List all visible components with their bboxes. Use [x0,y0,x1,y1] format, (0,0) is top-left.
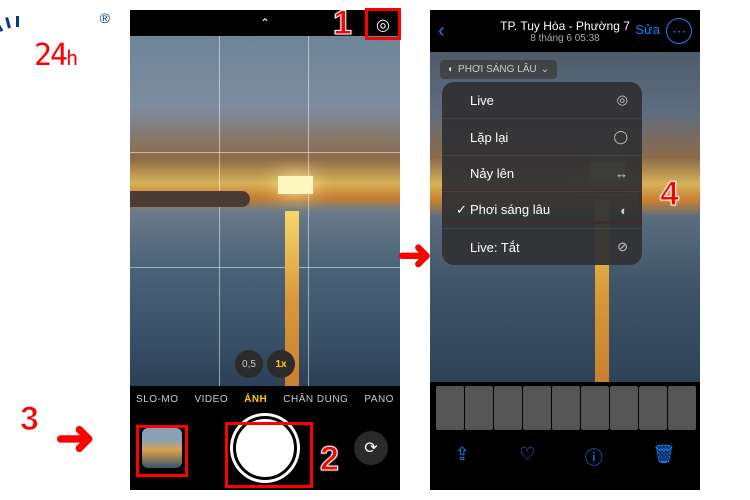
more-icon[interactable]: ⋯ [666,18,692,44]
menu-item-long-exposure[interactable]: ✓Phơi sáng lâu◐ [442,192,642,229]
live-effects-menu: Live◎ Lặp lại◯ Nảy lên↔ ✓Phơi sáng lâu◐ … [442,82,642,265]
step-4: 4 [660,175,679,214]
arrow-icon: ➜ [397,230,432,279]
zoom-control[interactable]: 0,5 1x [235,350,295,378]
menu-item-live[interactable]: Live◎ [442,82,642,119]
arrow-icon: ➜ [55,410,95,466]
live-icon: ◎ [617,92,628,108]
favorite-icon[interactable]: ♡ [519,444,535,470]
step-2: 2 [320,440,339,479]
menu-item-live-off[interactable]: Live: Tắt⊘ [442,229,642,265]
back-icon[interactable]: ‹ [438,20,445,43]
highlight-1 [365,8,401,40]
mode-portrait[interactable]: CHÂN DUNG [283,394,348,405]
brand-logo: 24h ® [10,10,110,80]
logo-text: 24h [34,38,76,73]
photos-toolbar: ⇪ ♡ ⓘ 🗑 [430,434,700,480]
sun-graphic [278,176,313,194]
camera-topbar: ⌃ ◎ [130,10,400,36]
edit-button[interactable]: Sửa [635,22,660,37]
info-icon[interactable]: ⓘ [585,444,603,470]
chevron-up-icon[interactable]: ⌃ [260,16,270,30]
mode-video[interactable]: VIDEO [194,394,228,405]
live-icon: ◐ [448,64,454,75]
camera-screen: ⌃ ◎ 0,5 1x SLO-MO VIDEO ẢNH CHÂN DUNG PA… [130,10,400,490]
loop-icon: ◯ [613,129,628,145]
share-icon[interactable]: ⇪ [455,444,470,470]
zoom-1x[interactable]: 1x [267,350,295,378]
bounce-icon: ↔ [615,166,628,181]
photos-screen: ‹ TP. Tuy Hòa - Phường 7 8 tháng 6 05:38… [430,10,700,490]
highlight-2 [225,422,313,488]
thumbnail-strip[interactable] [430,382,700,434]
menu-item-loop[interactable]: Lặp lại◯ [442,119,642,156]
trash-icon[interactable]: 🗑 [652,444,675,470]
chevron-down-icon: ⌄ [541,64,549,75]
zoom-0.5[interactable]: 0,5 [235,350,263,378]
camera-modes[interactable]: SLO-MO VIDEO ẢNH CHÂN DUNG PANO [130,386,400,413]
camera-switch-icon[interactable]: ⟳ [354,431,388,465]
registered-mark: ® [100,10,110,26]
photo-location-title: TP. Tuy Hòa - Phường 7 [500,19,630,33]
highlight-3 [136,425,188,477]
step-3: 3 [20,400,39,439]
camera-viewfinder[interactable]: 0,5 1x [130,36,400,386]
photo-date: 8 tháng 6 05:38 [530,33,600,44]
step-1: 1 [333,4,352,43]
live-mode-badge[interactable]: ◐ PHƠI SÁNG LÂU ⌄ [440,60,557,79]
mode-photo[interactable]: ẢNH [244,394,267,405]
menu-item-bounce[interactable]: Nảy lên↔ [442,156,642,192]
exposure-icon: ◐ [620,203,628,218]
photos-header: ‹ TP. Tuy Hòa - Phường 7 8 tháng 6 05:38… [430,10,700,52]
mode-pano[interactable]: PANO [364,394,394,405]
mode-slomo[interactable]: SLO-MO [136,394,178,405]
cloud-graphic [130,191,250,207]
live-off-icon: ⊘ [617,239,628,255]
